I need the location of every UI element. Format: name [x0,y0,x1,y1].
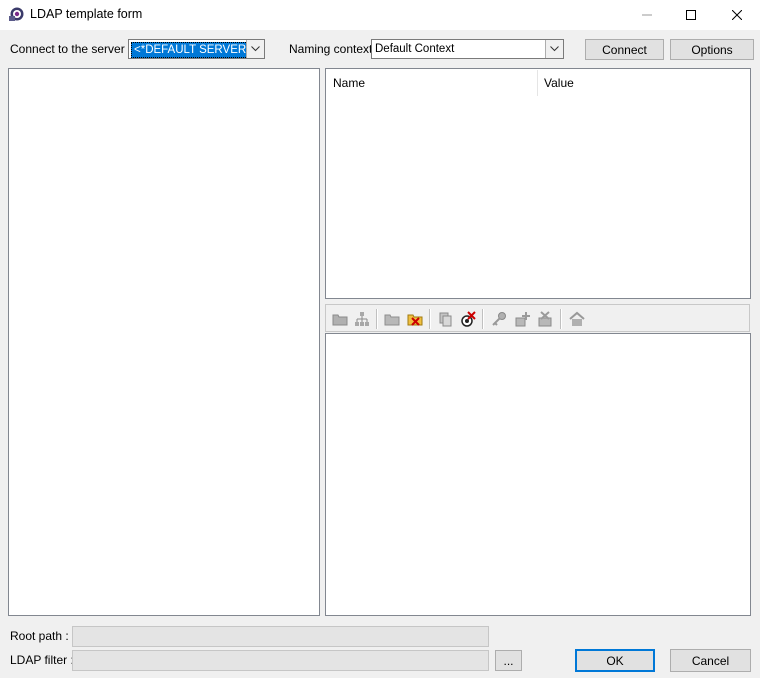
entry-toolbar [325,304,750,332]
maximize-icon [686,10,696,20]
attributes-list[interactable]: Name Value [325,68,751,299]
ldap-filter-label: LDAP filter : [10,653,74,667]
copy-entry-icon [439,312,452,327]
minimize-icon [642,14,652,16]
home-button[interactable] [568,310,586,328]
close-icon [732,10,742,20]
window-title: LDAP template form [30,7,143,21]
toolbar-separator [482,309,484,329]
toolbar-separator [376,309,378,329]
options-button[interactable]: Options [670,39,754,60]
column-header-value[interactable]: Value [544,76,574,90]
entry-detail-panel[interactable] [325,333,751,616]
add-attribute-icon [515,312,530,327]
delete-attribute-icon [538,311,552,327]
key-icon [492,312,506,326]
maximize-button[interactable] [668,0,714,30]
delete-attribute-button[interactable] [536,310,554,328]
folder-delete-icon [407,314,423,326]
minimize-button[interactable] [624,0,670,30]
root-path-field[interactable] [72,626,489,647]
naming-context-label: Naming context : [289,42,380,56]
ldap-app-icon [8,6,24,22]
delete-entry-button[interactable] [459,310,477,328]
cancel-button[interactable]: Cancel [670,649,751,672]
directory-tree-panel[interactable] [8,68,320,616]
connect-button[interactable]: Connect [585,39,664,60]
add-attribute-button[interactable] [513,310,531,328]
chevron-down-icon [251,46,260,52]
copy-entry-button[interactable] [436,310,454,328]
chevron-down-icon [550,46,559,52]
column-header-name[interactable]: Name [333,76,365,90]
toolbar-separator [560,309,562,329]
folder-icon [384,314,400,326]
delete-entry-icon [461,311,476,327]
naming-context-combobox[interactable]: Default Context [371,39,564,59]
folder-button[interactable] [383,310,401,328]
browse-filter-button[interactable]: ... [495,650,522,671]
ok-button[interactable]: OK [575,649,655,672]
naming-context-value: Default Context [375,43,455,55]
toolbar-separator [429,309,431,329]
open-folder-icon [332,314,348,326]
key-button[interactable] [490,310,508,328]
server-label: Connect to the server : [10,42,132,56]
server-value: <*DEFAULT SERVER*> [131,42,261,58]
ldap-filter-field[interactable] [72,650,489,671]
column-separator[interactable] [537,70,538,96]
tree-structure-icon [355,312,369,326]
naming-context-dropdown-button[interactable] [545,40,563,58]
server-dropdown-button[interactable] [246,40,264,58]
server-combobox[interactable]: <*DEFAULT SERVER*> [128,39,265,59]
open-folder-button[interactable] [331,310,349,328]
close-button[interactable] [714,0,760,30]
root-path-label: Root path : [10,629,69,643]
tree-structure-button[interactable] [353,310,371,328]
home-icon [569,311,585,326]
folder-delete-button[interactable] [406,310,424,328]
